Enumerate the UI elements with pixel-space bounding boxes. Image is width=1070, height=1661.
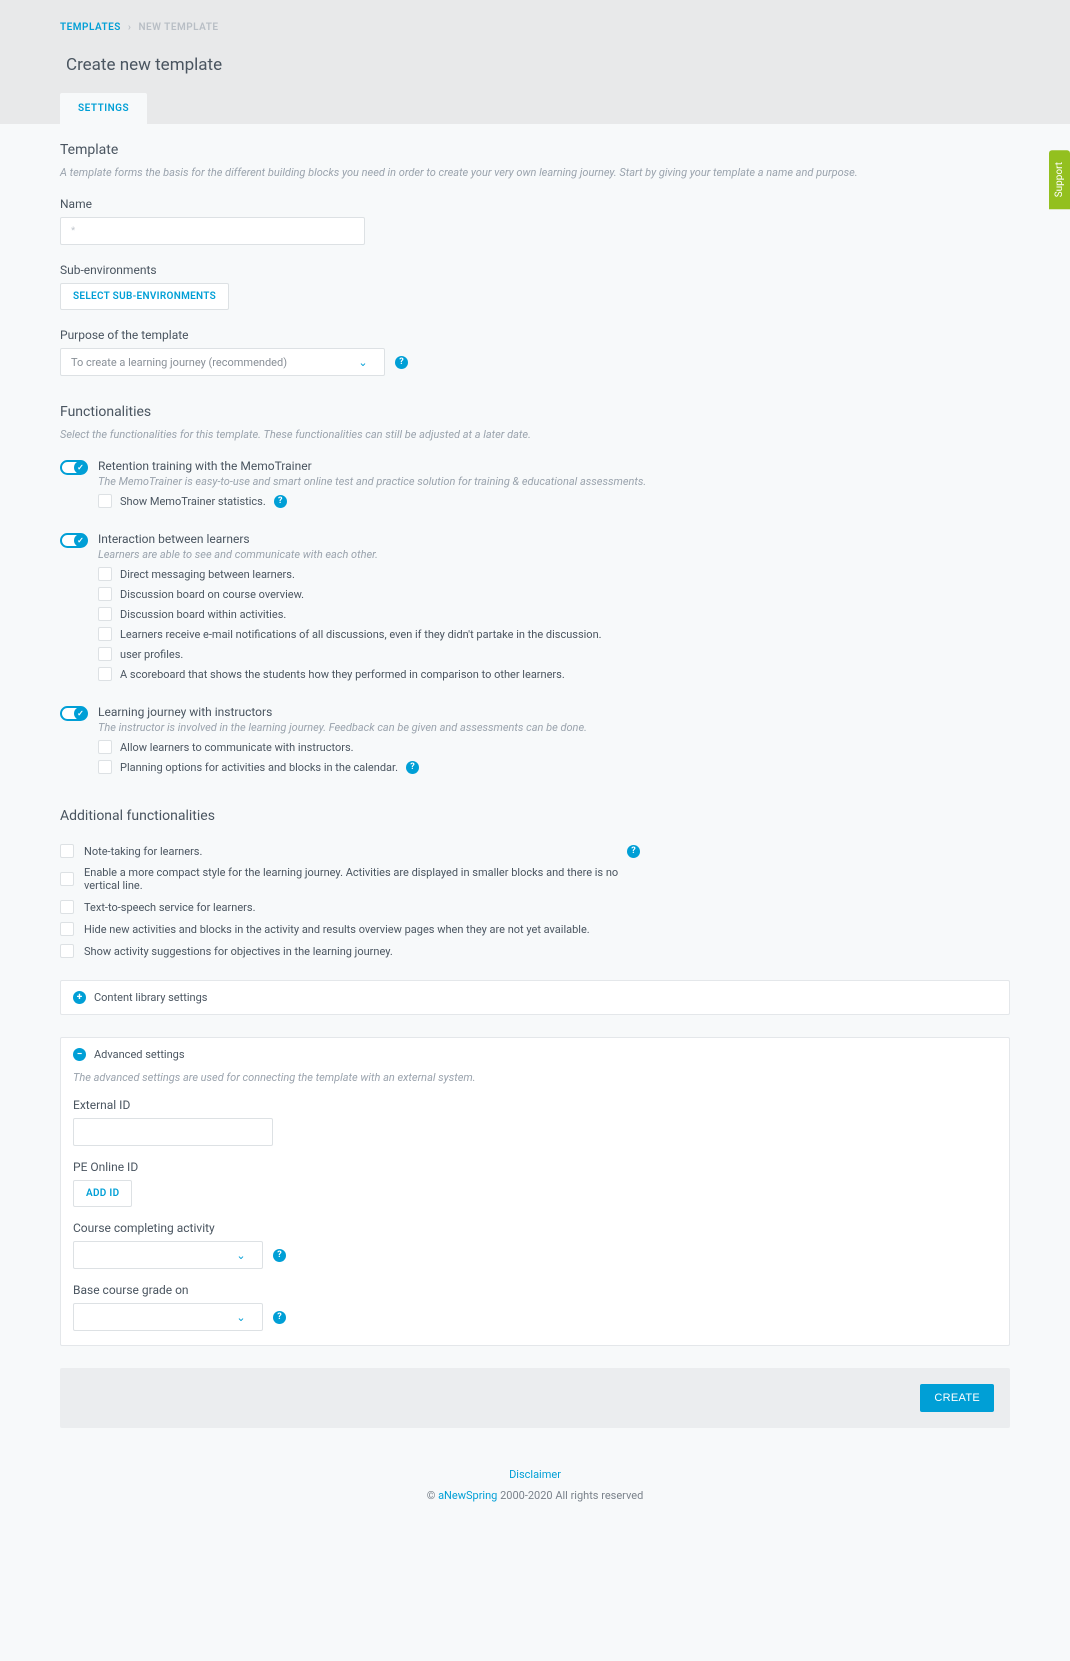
- support-tab[interactable]: Support: [1049, 150, 1070, 209]
- addl-option-label: Show activity suggestions for objectives…: [84, 945, 640, 958]
- checkbox[interactable]: [60, 872, 74, 886]
- addl-option-label: Note-taking for learners.: [84, 845, 617, 858]
- tab-settings[interactable]: SETTINGS: [60, 93, 147, 124]
- help-icon[interactable]: ?: [395, 356, 408, 369]
- addl-option-label: Hide new activities and blocks in the ac…: [84, 923, 640, 936]
- chevron-down-icon: ⌄: [230, 1311, 252, 1324]
- checkbox[interactable]: [98, 760, 112, 774]
- content-library-header[interactable]: + Content library settings: [61, 981, 1009, 1014]
- func-desc: Learners are able to see and communicate…: [98, 548, 1010, 561]
- func-desc: The instructor is involved in the learni…: [98, 721, 1010, 734]
- checkbox[interactable]: [98, 647, 112, 661]
- addl-option-label: Text-to-speech service for learners.: [84, 901, 640, 914]
- disclaimer-link[interactable]: Disclaimer: [509, 1468, 561, 1481]
- sub-option-label: Learners receive e-mail notifications of…: [120, 628, 602, 641]
- breadcrumb-sep: ›: [128, 22, 132, 33]
- content-library-panel: + Content library settings: [60, 980, 1010, 1015]
- section-template-title: Template: [60, 142, 1010, 158]
- purpose-value: To create a learning journey (recommende…: [71, 356, 352, 369]
- checkbox[interactable]: [98, 607, 112, 621]
- help-icon[interactable]: ?: [406, 761, 419, 774]
- footer: Disclaimer © aNewSpring 2000-2020 All ri…: [60, 1428, 1010, 1532]
- chevron-down-icon: ⌄: [230, 1249, 252, 1262]
- page-title: Create new template: [60, 55, 1010, 75]
- checkbox[interactable]: [98, 740, 112, 754]
- add-id-button[interactable]: ADD ID: [73, 1180, 132, 1207]
- advanced-title: Advanced settings: [94, 1048, 185, 1061]
- purpose-select[interactable]: To create a learning journey (recommende…: [60, 348, 385, 376]
- create-button[interactable]: CREATE: [920, 1384, 994, 1412]
- external-id-input[interactable]: [73, 1118, 273, 1146]
- section-addl-title: Additional functionalities: [60, 808, 1010, 824]
- checkbox[interactable]: [98, 494, 112, 508]
- checkbox[interactable]: [98, 627, 112, 641]
- help-icon[interactable]: ?: [273, 1249, 286, 1262]
- pe-online-label: PE Online ID: [73, 1160, 997, 1174]
- sub-option-label: user profiles.: [120, 648, 183, 661]
- sub-option-label: Show MemoTrainer statistics.: [120, 495, 266, 508]
- func-title: Learning journey with instructors: [98, 705, 1010, 719]
- help-icon[interactable]: ?: [273, 1311, 286, 1324]
- sub-option-label: A scoreboard that shows the students how…: [120, 668, 565, 681]
- toggle-switch[interactable]: [60, 706, 88, 721]
- copyright-text: 2000-2020 All rights reserved: [497, 1489, 643, 1502]
- breadcrumb-root[interactable]: TEMPLATES: [60, 22, 121, 33]
- content-library-title: Content library settings: [94, 991, 207, 1004]
- external-id-label: External ID: [73, 1098, 997, 1112]
- minus-icon: −: [73, 1048, 86, 1061]
- name-input[interactable]: [60, 217, 365, 245]
- sub-option-label: Direct messaging between learners.: [120, 568, 295, 581]
- checkbox[interactable]: [98, 667, 112, 681]
- breadcrumb: TEMPLATES › NEW TEMPLATE: [60, 22, 1010, 33]
- checkbox[interactable]: [60, 844, 74, 858]
- advanced-header[interactable]: − Advanced settings: [61, 1038, 1009, 1071]
- basegrade-select[interactable]: ⌄: [73, 1303, 263, 1331]
- subenv-label: Sub-environments: [60, 263, 1010, 277]
- plus-icon: +: [73, 991, 86, 1004]
- func-title: Retention training with the MemoTrainer: [98, 459, 1010, 473]
- section-template-desc: A template forms the basis for the diffe…: [60, 166, 1010, 179]
- advanced-desc: The advanced settings are used for conne…: [73, 1071, 997, 1084]
- checkbox[interactable]: [98, 567, 112, 581]
- copyright-symbol: ©: [427, 1489, 438, 1502]
- sub-option-label: Discussion board within activities.: [120, 608, 286, 621]
- func-desc: The MemoTrainer is easy-to-use and smart…: [98, 475, 1010, 488]
- help-icon[interactable]: ?: [627, 845, 640, 858]
- toggle-switch[interactable]: [60, 460, 88, 475]
- section-func-title: Functionalities: [60, 404, 1010, 420]
- chevron-down-icon: ⌄: [352, 356, 374, 369]
- checkbox[interactable]: [60, 900, 74, 914]
- cca-label: Course completing activity: [73, 1221, 997, 1235]
- select-subenv-button[interactable]: SELECT SUB-ENVIRONMENTS: [60, 283, 229, 310]
- sub-option-label: Discussion board on course overview.: [120, 588, 304, 601]
- purpose-label: Purpose of the template: [60, 328, 1010, 342]
- basegrade-label: Base course grade on: [73, 1283, 997, 1297]
- breadcrumb-current: NEW TEMPLATE: [138, 22, 218, 33]
- sub-option-label: Allow learners to communicate with instr…: [120, 741, 354, 754]
- sub-option-label: Planning options for activities and bloc…: [120, 761, 398, 774]
- name-label: Name: [60, 197, 1010, 211]
- help-icon[interactable]: ?: [274, 495, 287, 508]
- addl-option-label: Enable a more compact style for the lear…: [84, 866, 640, 892]
- toggle-switch[interactable]: [60, 533, 88, 548]
- action-bar: CREATE: [60, 1368, 1010, 1428]
- func-title: Interaction between learners: [98, 532, 1010, 546]
- checkbox[interactable]: [98, 587, 112, 601]
- section-func-desc: Select the functionalities for this temp…: [60, 428, 1010, 441]
- checkbox[interactable]: [60, 922, 74, 936]
- checkbox[interactable]: [60, 944, 74, 958]
- advanced-panel: − Advanced settings The advanced setting…: [60, 1037, 1010, 1346]
- cca-select[interactable]: ⌄: [73, 1241, 263, 1269]
- brand-link[interactable]: aNewSpring: [438, 1489, 497, 1502]
